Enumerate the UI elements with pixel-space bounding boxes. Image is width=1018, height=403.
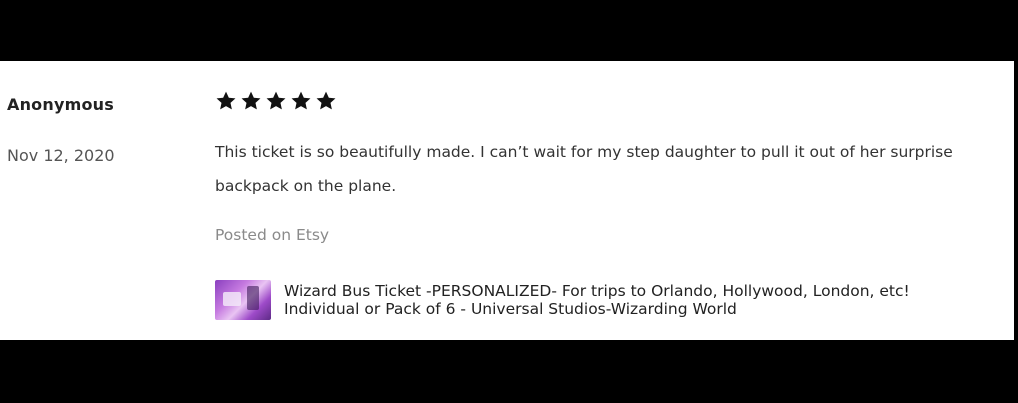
right-edge-divider (1014, 61, 1018, 340)
product-title-line-1[interactable]: Wizard Bus Ticket -PERSONALIZED- For tri… (284, 282, 1004, 300)
star-icon (241, 91, 261, 110)
review-text: This ticket is so beautifully made. I ca… (215, 143, 953, 195)
product-title[interactable]: Wizard Bus Ticket -PERSONALIZED- For tri… (284, 282, 1004, 318)
review-card: Anonymous Nov 12, 2020 This ticket is so… (0, 61, 1018, 340)
product-title-line-2[interactable]: Individual or Pack of 6 - Universal Stud… (284, 300, 1004, 318)
star-icon (316, 91, 336, 110)
bottom-black-band (0, 340, 1018, 403)
top-black-band (0, 0, 1018, 61)
star-icon (216, 91, 236, 110)
star-rating (215, 90, 337, 112)
review-date: Nov 12, 2020 (7, 146, 115, 165)
review-source: Posted on Etsy (215, 226, 330, 244)
star-icon (266, 91, 286, 110)
reviewed-product-link[interactable]: Wizard Bus Ticket -PERSONALIZED- For tri… (215, 280, 1004, 320)
star-icon (291, 91, 311, 110)
reviewer-name: Anonymous (7, 95, 114, 114)
product-thumbnail[interactable] (215, 280, 271, 320)
